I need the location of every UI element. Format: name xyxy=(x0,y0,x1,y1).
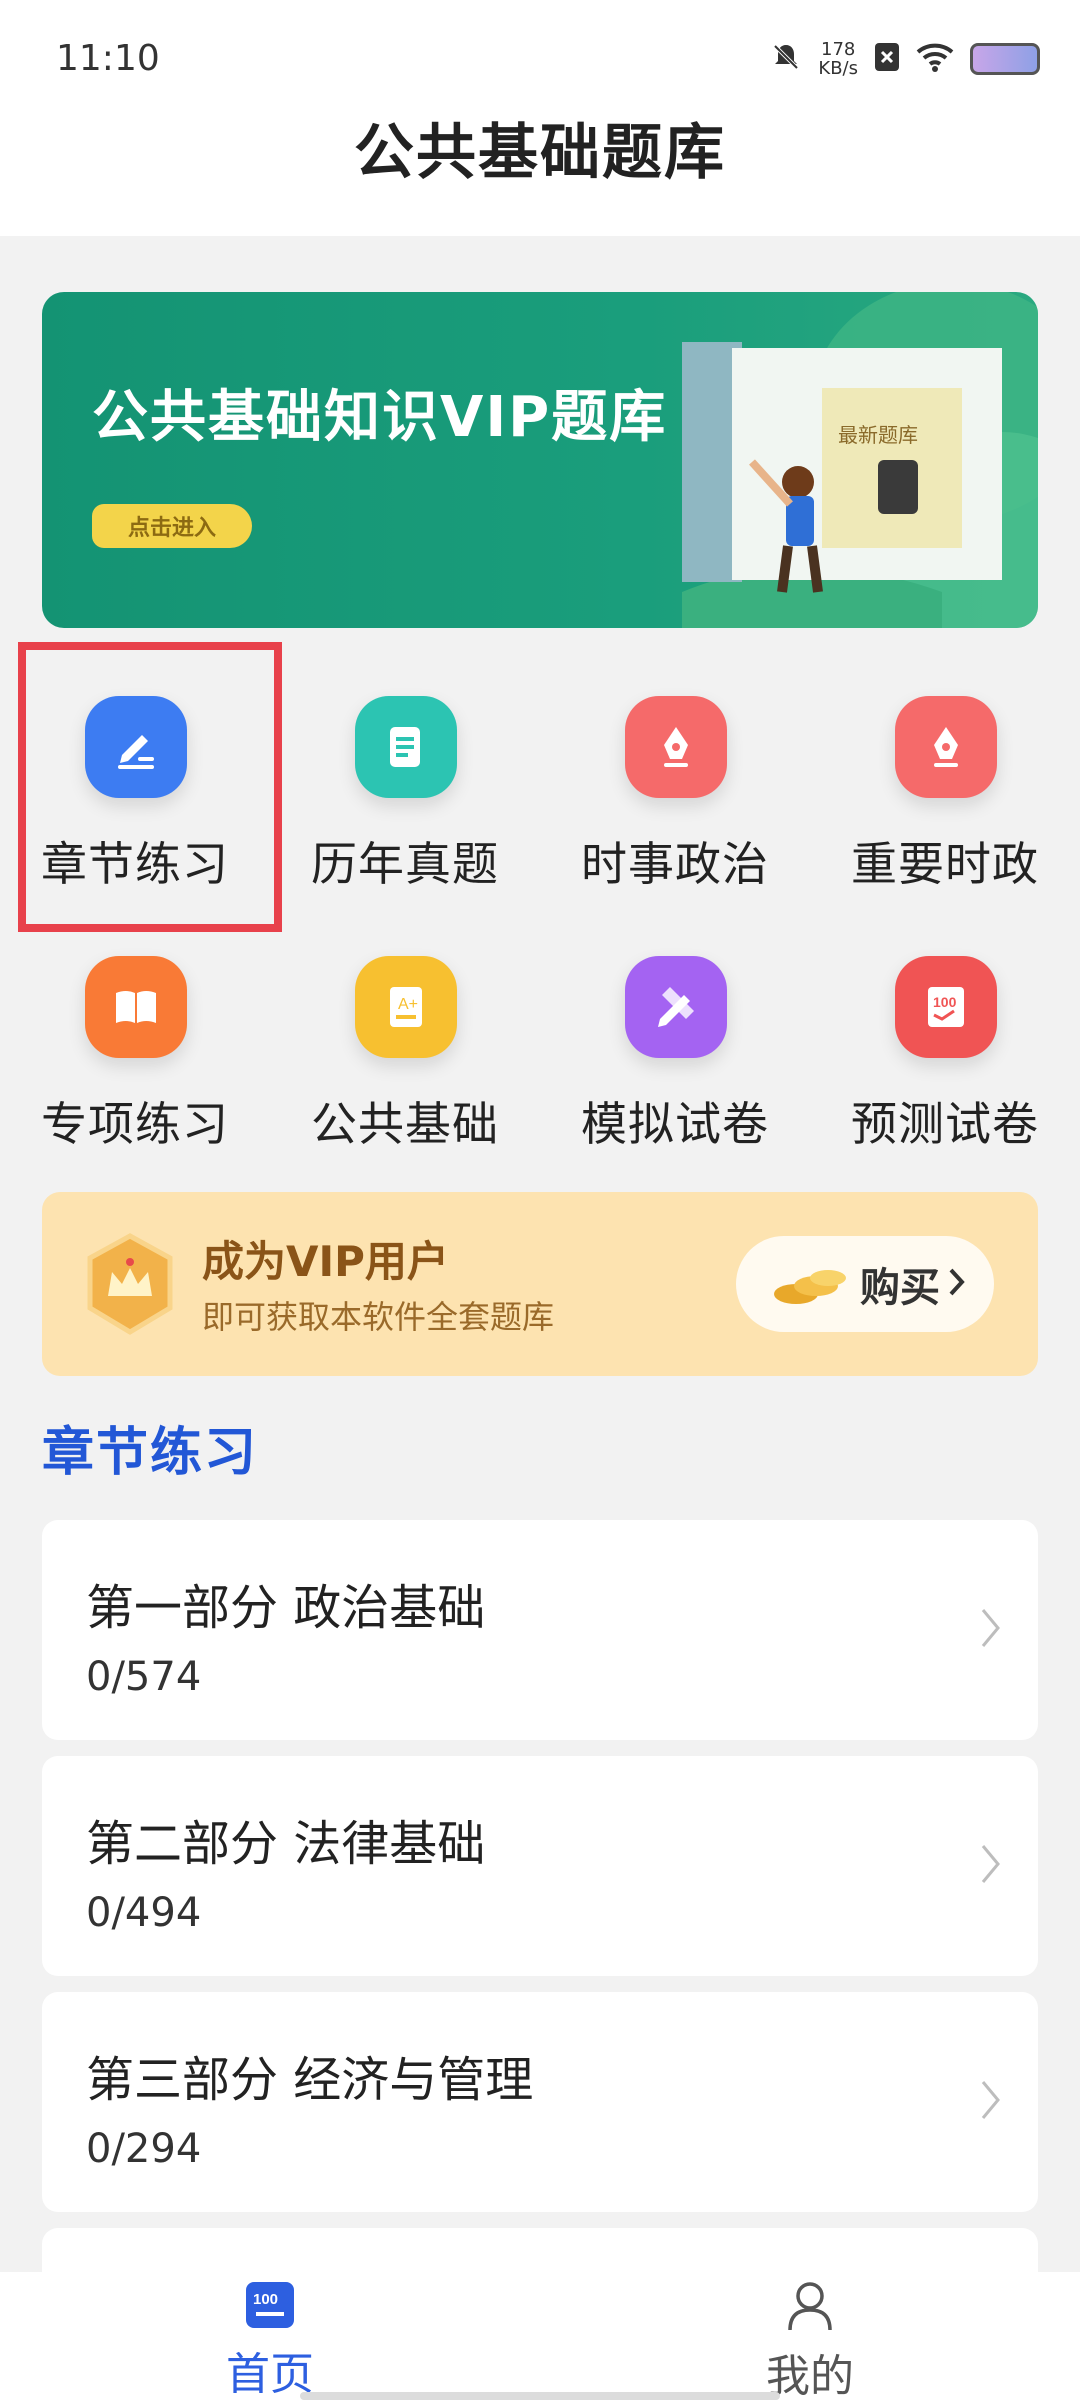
wifi-icon xyxy=(916,42,954,76)
book-icon xyxy=(85,956,187,1058)
list-item[interactable]: 第二部分 法律基础 0/494 xyxy=(42,1756,1038,1976)
pen-nib-icon xyxy=(895,696,997,798)
list-item[interactable]: 第三部分 经济与管理 0/294 xyxy=(42,1992,1038,2212)
status-time: 11:10 xyxy=(56,38,160,79)
chapter-progress: 0/294 xyxy=(86,2126,202,2172)
svg-text:100: 100 xyxy=(933,994,957,1010)
vip-subtitle: 即可获取本软件全套题库 xyxy=(202,1298,555,1336)
menu-item-past-exams[interactable]: 历年真题 xyxy=(270,680,540,930)
battery-icon xyxy=(970,43,1040,75)
sim-disabled-icon xyxy=(874,42,900,76)
menu-item-public-basics[interactable]: A+ 公共基础 xyxy=(270,940,540,1190)
chevron-right-icon xyxy=(948,1267,966,1301)
user-icon xyxy=(784,2282,836,2336)
vip-promo-card[interactable]: 成为VIP用户 即可获取本软件全套题库 购买 xyxy=(42,1192,1038,1376)
network-speed-value: 178 xyxy=(821,39,856,60)
vip-banner[interactable]: 最新题库 公共基础知识VIP题库 点击进入 xyxy=(42,292,1038,628)
svg-text:A+: A+ xyxy=(398,996,418,1013)
banner-title: 公共基础知识VIP题库 xyxy=(92,385,668,450)
menu-label: 预测试卷 xyxy=(851,1097,1039,1151)
selection-highlight xyxy=(18,642,282,932)
chevron-right-icon xyxy=(980,2078,1002,2126)
menu-item-prediction-exam[interactable]: 100 预测试卷 xyxy=(810,940,1080,1190)
menu-label: 模拟试卷 xyxy=(581,1097,769,1151)
mute-bell-icon xyxy=(770,41,802,77)
buy-label: 购买 xyxy=(860,1265,940,1311)
bottom-nav: 100 首页 我的 xyxy=(0,2272,1080,2408)
chevron-right-icon xyxy=(980,1606,1002,1654)
exam-100-icon: 100 xyxy=(895,956,997,1058)
vip-crown-badge-icon xyxy=(82,1232,178,1340)
menu-label: 历年真题 xyxy=(311,837,499,891)
network-speed-unit: KB/s xyxy=(818,58,858,79)
home-100-icon: 100 xyxy=(244,2282,296,2334)
list-item[interactable]: 第一部分 政治基础 0/574 xyxy=(42,1520,1038,1740)
menu-item-current-politics[interactable]: 时事政治 xyxy=(540,680,810,930)
chapter-title: 第三部分 经济与管理 xyxy=(86,2052,534,2108)
document-icon xyxy=(355,696,457,798)
menu-item-mock-exam[interactable]: 模拟试卷 xyxy=(540,940,810,1190)
nav-item-home[interactable]: 100 首页 xyxy=(120,2280,420,2402)
chapter-progress: 0/494 xyxy=(86,1890,202,1936)
certificate-icon: A+ xyxy=(355,956,457,1058)
menu-item-special-practice[interactable]: 专项练习 xyxy=(0,940,270,1190)
status-icons: 178 KB/s xyxy=(770,40,1040,78)
menu-label: 专项练习 xyxy=(41,1097,229,1151)
menu-label: 公共基础 xyxy=(311,1097,499,1151)
pencil-ruler-icon xyxy=(625,956,727,1058)
network-speed: 178 KB/s xyxy=(818,40,858,78)
pen-nib-icon xyxy=(625,696,727,798)
menu-item-important-politics[interactable]: 重要时政 xyxy=(810,680,1080,930)
banner-enter-button[interactable]: 点击进入 xyxy=(92,504,253,548)
section-title: 章节练习 xyxy=(42,1423,259,1483)
svg-text:100: 100 xyxy=(253,2291,278,2308)
vip-title: 成为VIP用户 xyxy=(202,1237,449,1286)
chapter-title: 第二部分 法律基础 xyxy=(86,1816,486,1872)
gold-coins-icon xyxy=(770,1262,850,1312)
menu-label: 重要时政 xyxy=(851,837,1039,891)
nav-item-mine[interactable]: 我的 xyxy=(660,2280,960,2404)
home-indicator[interactable] xyxy=(300,2392,780,2400)
book-label: 最新题库 xyxy=(838,424,918,447)
banner-illustration: 最新题库 xyxy=(682,292,1038,628)
top-bar: 11:10 178 KB/s 公共基础题库 xyxy=(0,0,1080,236)
menu-label: 时事政治 xyxy=(581,837,769,891)
page-title: 公共基础题库 xyxy=(354,118,726,188)
chapter-progress: 0/574 xyxy=(86,1654,202,1700)
chapter-title: 第一部分 政治基础 xyxy=(86,1580,486,1636)
chevron-right-icon xyxy=(980,1842,1002,1890)
buy-button[interactable]: 购买 xyxy=(736,1236,994,1332)
